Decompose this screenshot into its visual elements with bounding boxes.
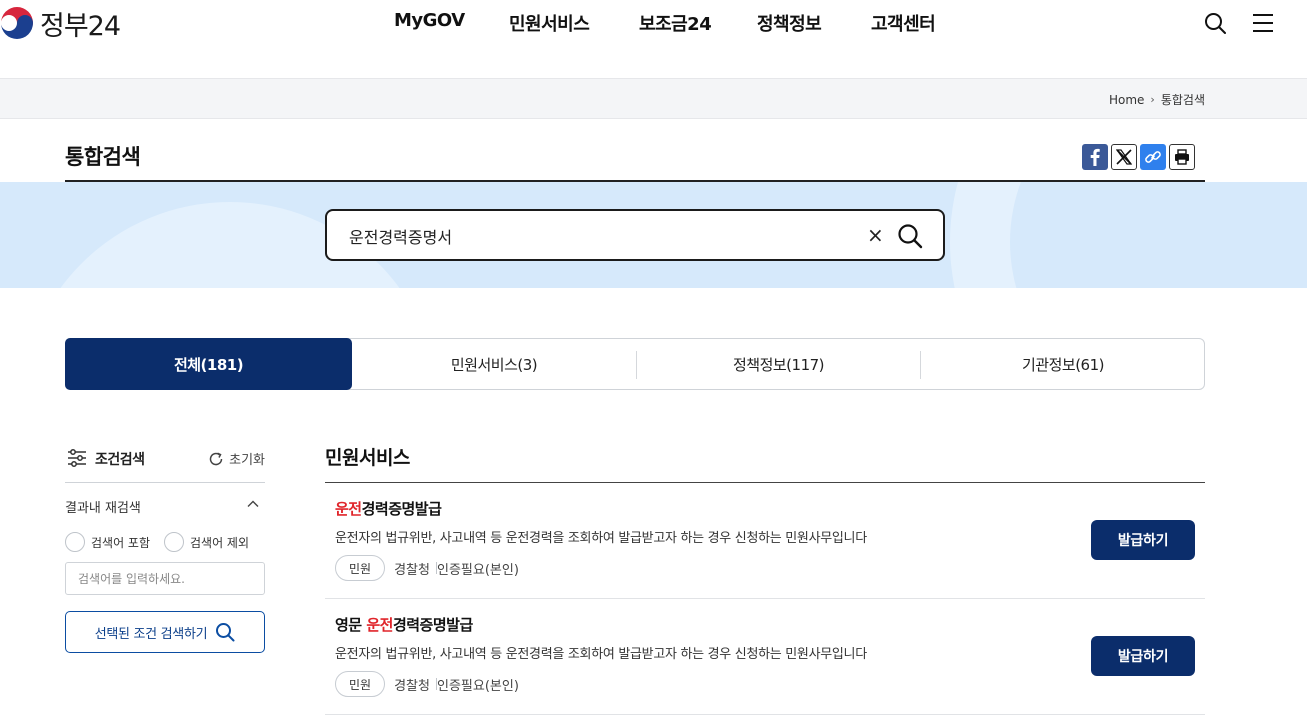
filter-title: 조건검색 [95, 452, 145, 468]
breadcrumb-current: 통합검색 [1160, 93, 1205, 107]
title-rest: 경력증명발급 [361, 500, 442, 518]
x-icon[interactable] [1111, 144, 1137, 170]
radio-circle[interactable] [164, 532, 184, 552]
issue-button[interactable]: 발급하기 [1091, 636, 1195, 676]
breadcrumb: Home › 통합검색 [1109, 91, 1205, 108]
refine-options: 검색어 포함 검색어 제외 [65, 532, 265, 554]
title-prefix: 영문 [335, 616, 367, 634]
taegeuk-emblem-icon [1, 7, 33, 39]
tab-agency-info[interactable]: 기관정보(61) [921, 339, 1205, 389]
agency-name: 경찰청 [394, 678, 430, 694]
radio-include[interactable]: 검색어 포함 [65, 532, 150, 552]
page-title: 통합검색 [65, 145, 141, 169]
nav-mygov[interactable]: MyGOV [394, 10, 465, 31]
title-highlight: 운전 [335, 500, 362, 518]
filter-header: 조건검색 초기화 [65, 446, 265, 470]
issue-button[interactable]: 발급하기 [1091, 520, 1195, 560]
site-logo[interactable]: 정부24 [0, 5, 121, 42]
radio-circle[interactable] [65, 532, 85, 552]
auth-requirement: 인증필요(본인) [436, 562, 519, 578]
auth-requirement: 인증필요(본인) [436, 678, 519, 694]
search-band: × [0, 182, 1307, 288]
refine-search-input[interactable] [65, 562, 265, 595]
reset-button[interactable]: 초기화 [208, 449, 265, 468]
tab-civil-service[interactable]: 민원서비스(3) [352, 339, 636, 389]
result-tabs: 전체(181) 민원서비스(3) 정책정보(117) 기관정보(61) [65, 338, 1205, 390]
breadcrumb-bar: Home › 통합검색 [0, 78, 1307, 119]
radio-exclude[interactable]: 검색어 제외 [164, 532, 249, 552]
tab-all[interactable]: 전체(181) [65, 338, 352, 390]
nav-civil-service[interactable]: 민원서비스 [509, 10, 590, 36]
radio-include-label: 검색어 포함 [91, 535, 151, 550]
filter-divider [65, 482, 265, 483]
result-description: 운전자의 법규위반, 사고내역 등 운전경력을 조회하여 발급받고자 하는 경우… [335, 647, 867, 662]
refresh-icon [209, 452, 223, 465]
search-icon[interactable] [1204, 12, 1226, 34]
chevron-up-icon[interactable] [245, 496, 261, 512]
sliders-icon [68, 449, 86, 467]
nav-policy-info[interactable]: 정책정보 [757, 10, 822, 36]
result-meta: 민원 경찰청 인증필요(본인) [335, 555, 519, 581]
conditional-search-button[interactable]: 선택된 조건 검색하기 [65, 611, 265, 653]
refine-label: 결과내 재검색 [65, 501, 141, 516]
site-header: 정부24 MyGOV 민원서비스 보조금24 정책정보 고객센터 [0, 0, 1307, 78]
reset-label: 초기화 [229, 453, 265, 468]
conditional-search-label: 선택된 조건 검색하기 [94, 626, 208, 642]
result-title[interactable]: 영문 운전경력증명발급 [335, 614, 473, 635]
category-badge: 민원 [335, 671, 386, 697]
result-description: 운전자의 법규위반, 사고내역 등 운전경력을 조회하여 발급받고자 하는 경우… [335, 531, 867, 546]
breadcrumb-home[interactable]: Home [1109, 93, 1144, 107]
search-input[interactable] [349, 223, 849, 249]
band-decoration [1010, 182, 1307, 288]
clear-icon[interactable]: × [867, 224, 884, 246]
result-item: 영문 운전경력증명발급 운전자의 법규위반, 사고내역 등 운전경력을 조회하여… [325, 599, 1205, 715]
print-icon[interactable] [1169, 144, 1195, 170]
section-title: 민원서비스 [325, 447, 410, 469]
category-badge: 민원 [335, 555, 386, 581]
search-icon [216, 623, 235, 642]
nav-customer-center[interactable]: 고객센터 [871, 10, 936, 36]
result-meta: 민원 경찰청 인증필요(본인) [335, 671, 519, 697]
menu-icon[interactable] [1252, 12, 1274, 34]
chevron-right-icon: › [1150, 93, 1155, 106]
link-icon[interactable] [1140, 144, 1166, 170]
title-rest: 경력증명발급 [392, 616, 473, 634]
radio-exclude-label: 검색어 제외 [190, 535, 250, 550]
result-title[interactable]: 운전경력증명발급 [335, 498, 442, 519]
search-box: × [325, 209, 945, 261]
tab-policy-info[interactable]: 정책정보(117) [637, 339, 920, 389]
logo-text: 정부24 [40, 10, 121, 42]
result-item: 운전경력증명발급 운전자의 법규위반, 사고내역 등 운전경력을 조회하여 발급… [325, 483, 1205, 599]
facebook-icon[interactable] [1082, 144, 1108, 170]
search-submit-icon[interactable] [897, 223, 923, 249]
nav-subsidy24[interactable]: 보조금24 [639, 10, 712, 36]
agency-name: 경찰청 [394, 562, 430, 578]
title-highlight: 운전 [366, 616, 393, 634]
